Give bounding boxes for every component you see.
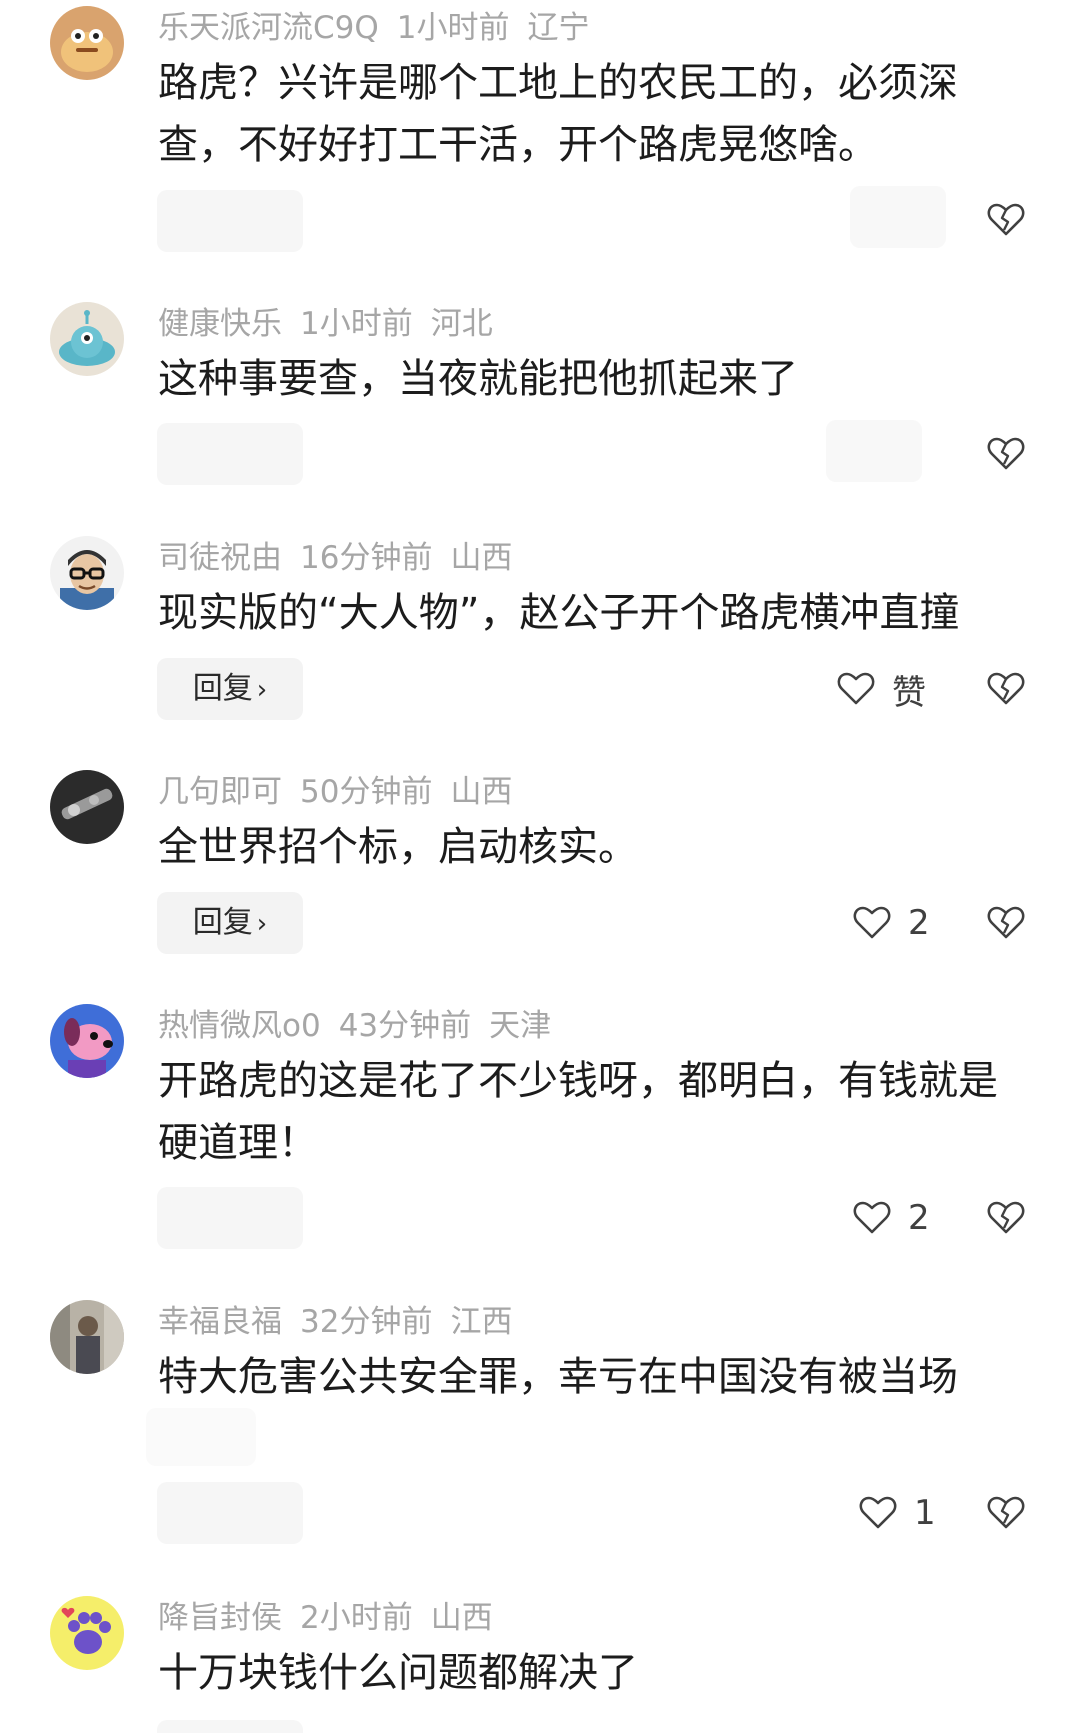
dislike-icon[interactable] [986, 1198, 1026, 1238]
username[interactable]: 热情微风o0 [158, 1008, 321, 1044]
username[interactable]: 降旨封侯 [158, 1600, 282, 1636]
like-label: 赞 [892, 672, 926, 713]
paw-avatar-icon[interactable] [50, 1596, 124, 1670]
dislike-icon[interactable] [986, 434, 1026, 474]
cartoon-man-glasses-avatar-icon[interactable] [50, 536, 124, 610]
like-button[interactable]: 2 [852, 892, 930, 954]
comment-text: 全世界招个标，启动核实。 [158, 824, 638, 870]
dislike-icon[interactable] [986, 669, 1026, 709]
chevron-right-icon: › [256, 675, 268, 705]
username[interactable]: 几句即可 [158, 774, 282, 810]
comment-text: 路虎？兴许是哪个工地上的农民工的，必须深查，不好好打工干活，开个路虎晃悠啥。 [158, 60, 958, 168]
comment-text: 这种事要查，当夜就能把他抓起来了 [158, 356, 798, 402]
alien-ufo-avatar-icon[interactable] [50, 302, 124, 376]
reply-button[interactable] [157, 1482, 303, 1544]
comment-item: 司徒祝由 16分钟前 山西 现实版的“大人物”，赵公子开个路虎横冲直撞 回复 › 赞 [0, 530, 1080, 730]
username[interactable]: 乐天派河流C9Q [158, 10, 379, 46]
comment-text: 开路虎的这是花了不少钱呀，都明白，有钱就是硬道理！ [158, 1058, 998, 1166]
comment-text: 十万块钱什么问题都解决了 [158, 1650, 638, 1696]
reply-label: 回复 [192, 671, 253, 706]
chevron-right-icon: › [256, 909, 268, 939]
reply-button[interactable]: 回复 › [157, 892, 303, 954]
heart-icon [858, 1493, 898, 1533]
location: 天津 [489, 1008, 552, 1044]
like-button[interactable]: 1 [858, 1482, 936, 1544]
location: 山西 [450, 774, 513, 810]
reply-button[interactable] [157, 190, 303, 252]
dislike-icon[interactable] [986, 200, 1026, 240]
comment-item: 几句即可 50分钟前 山西 全世界招个标，启动核实。 回复 › 2 [0, 764, 1080, 964]
reply-button[interactable] [157, 1720, 303, 1733]
photo-person-avatar-icon[interactable] [50, 1300, 124, 1374]
heart-icon [852, 903, 892, 943]
username[interactable]: 司徒祝由 [158, 540, 282, 576]
like-count: 2 [908, 1198, 930, 1238]
comment-item: 幸福良福 32分钟前 江西 特大危害公共安全罪，幸亏在中国没有被当场 1 [0, 1294, 1080, 1554]
comment-text: 现实版的“大人物”，赵公子开个路虎横冲直撞 [158, 590, 960, 636]
like-button[interactable]: 赞 [836, 658, 926, 720]
location: 山西 [450, 540, 513, 576]
comment-meta: 健康快乐 1小时前 河北 [158, 304, 511, 344]
like-area-blurred [850, 186, 946, 248]
comment-item: 健康快乐 1小时前 河北 这种事要查，当夜就能把他抓起来了 [0, 296, 1080, 496]
dislike-icon[interactable] [986, 1493, 1026, 1533]
comment-item: 降旨封侯 2小时前 山西 十万块钱什么问题都解决了 [0, 1590, 1080, 1733]
comment-meta: 司徒祝由 16分钟前 山西 [158, 538, 530, 578]
timestamp: 32分钟前 [300, 1304, 433, 1340]
comment-meta: 降旨封侯 2小时前 山西 [158, 1598, 511, 1638]
comment-text-blurred [146, 1408, 256, 1466]
comment-meta: 几句即可 50分钟前 山西 [158, 772, 530, 812]
comment-list: 乐天派河流C9Q 1小时前 辽宁 路虎？兴许是哪个工地上的农民工的，必须深查，不好好… [0, 0, 1080, 1733]
pink-dog-avatar-icon[interactable] [50, 1004, 124, 1078]
location: 山西 [430, 1600, 493, 1636]
reply-label: 回复 [192, 905, 253, 940]
like-count: 1 [914, 1493, 936, 1533]
dislike-icon[interactable] [986, 903, 1026, 943]
username[interactable]: 幸福良福 [158, 1304, 282, 1340]
comment-item: 乐天派河流C9Q 1小时前 辽宁 路虎？兴许是哪个工地上的农民工的，必须深查，不好好… [0, 0, 1080, 260]
timestamp: 1小时前 [396, 10, 510, 46]
heart-icon [852, 1198, 892, 1238]
comment-text: 特大危害公共安全罪，幸亏在中国没有被当场 [158, 1354, 958, 1400]
timestamp: 43分钟前 [338, 1008, 472, 1044]
comment-meta: 幸福良福 32分钟前 江西 [158, 1302, 530, 1342]
timestamp: 2小时前 [300, 1600, 413, 1636]
location: 辽宁 [527, 10, 590, 46]
reply-button[interactable]: 回复 › [157, 658, 303, 720]
timestamp: 50分钟前 [300, 774, 433, 810]
like-count: 2 [908, 903, 930, 943]
timestamp: 16分钟前 [300, 540, 433, 576]
reply-button[interactable] [157, 1187, 303, 1249]
photo-object-avatar-icon[interactable] [50, 770, 124, 844]
cartoon-food-avatar-icon[interactable] [50, 6, 124, 80]
reply-button[interactable] [157, 423, 303, 485]
like-button[interactable]: 2 [852, 1187, 930, 1249]
timestamp: 1小时前 [300, 306, 413, 342]
location: 河北 [430, 306, 493, 342]
comment-meta: 乐天派河流C9Q 1小时前 辽宁 [158, 8, 608, 48]
like-area-blurred [826, 420, 922, 482]
comment-item: 热情微风o0 43分钟前 天津 开路虎的这是花了不少钱呀，都明白，有钱就是硬道理！ … [0, 998, 1080, 1258]
username[interactable]: 健康快乐 [158, 306, 282, 342]
location: 江西 [450, 1304, 513, 1340]
comment-meta: 热情微风o0 43分钟前 天津 [158, 1006, 569, 1046]
heart-icon [836, 669, 876, 709]
